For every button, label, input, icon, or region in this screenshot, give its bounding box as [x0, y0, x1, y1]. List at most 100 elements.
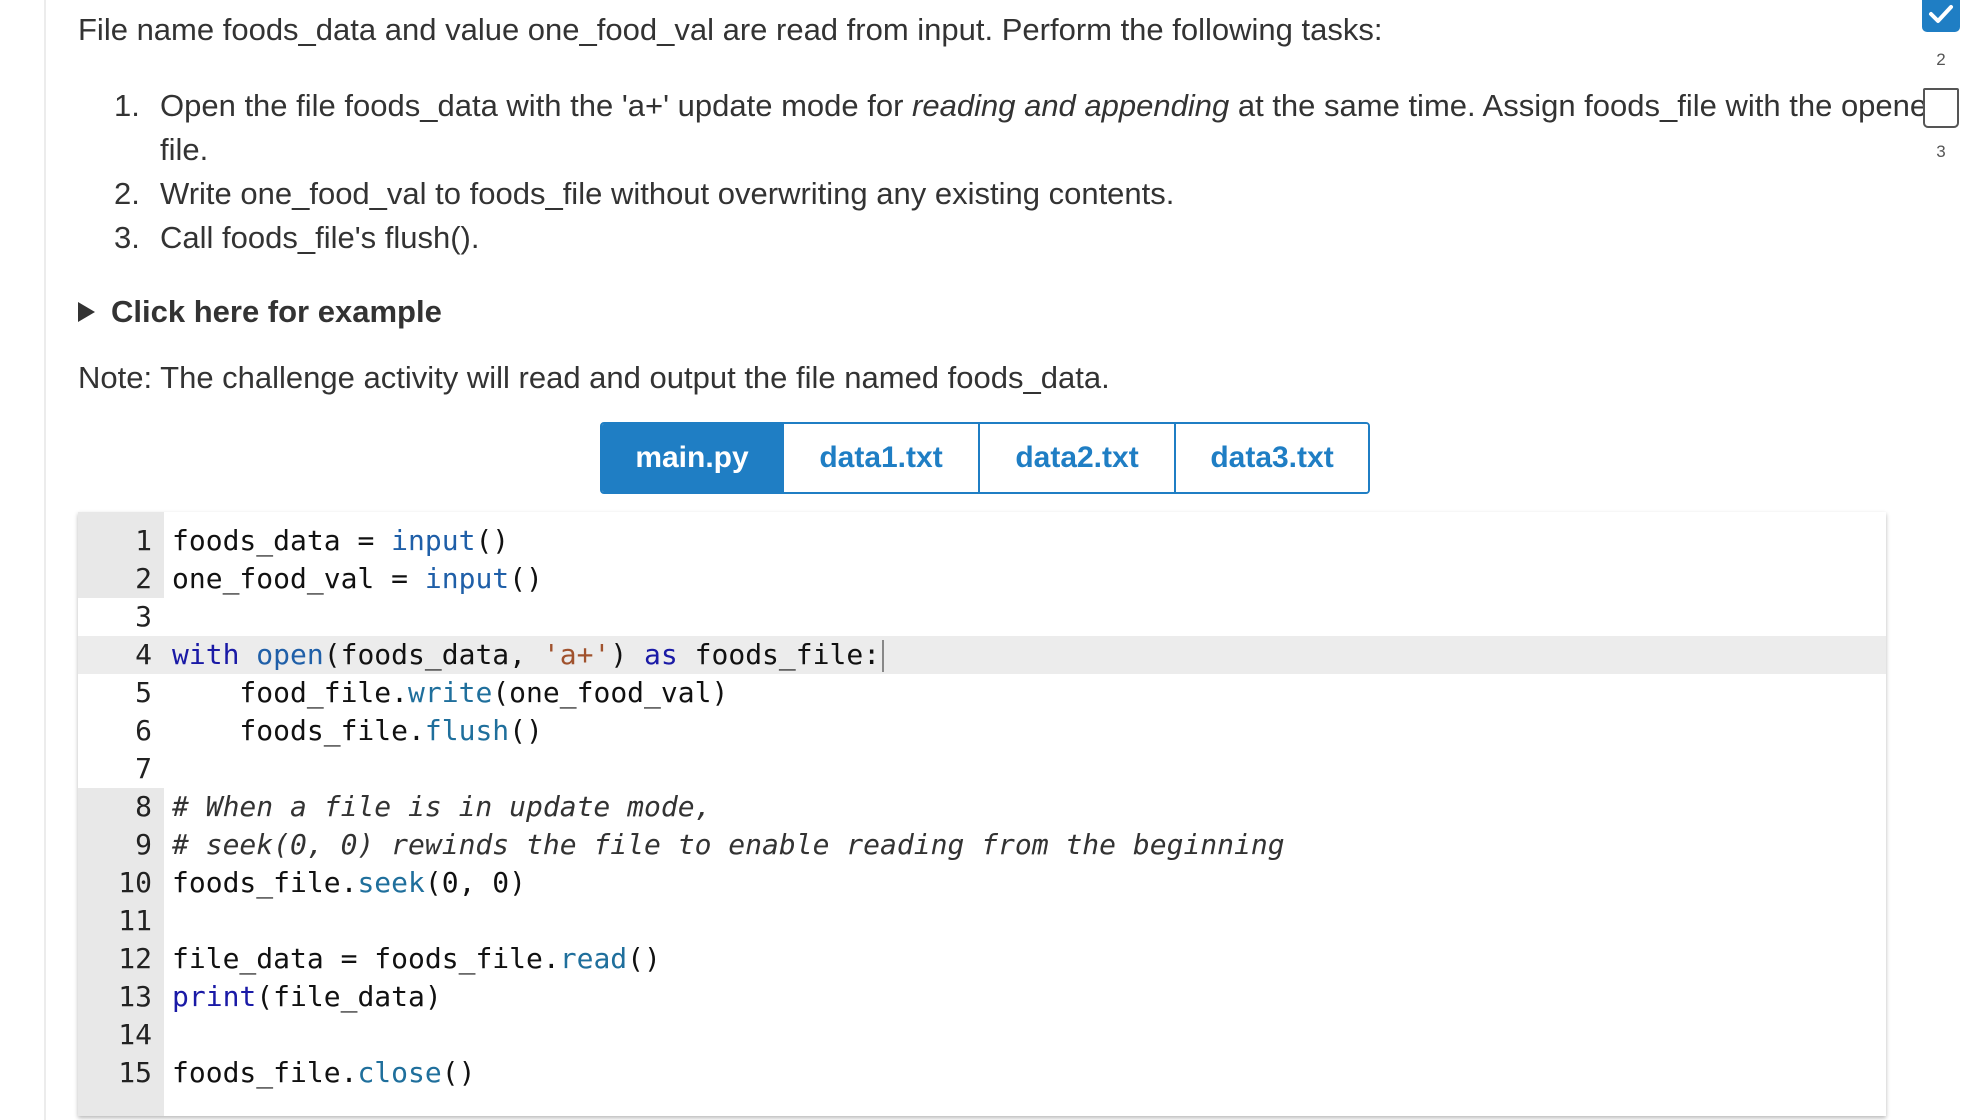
code-text: print(file_data) — [172, 978, 442, 1016]
code-token: foods_file. — [172, 1056, 358, 1089]
code-line[interactable]: 12 file_data = foods_file.read() — [78, 940, 1886, 978]
code-token: = — [391, 562, 425, 595]
line-number: 5 — [135, 676, 152, 709]
tab-data2-txt[interactable]: data2.txt — [978, 424, 1174, 492]
code-line[interactable]: 4 with open(foods_data, 'a+') as foods_fi… — [78, 636, 1886, 674]
code-text: one_food_val = input() — [172, 560, 543, 598]
line-number: 8 — [135, 790, 152, 823]
code-token: (file_data) — [256, 980, 442, 1013]
code-token: print — [172, 980, 257, 1013]
code-text: foods_file.seek(0, 0) — [172, 864, 526, 902]
code-line[interactable]: 2 one_food_val = input() — [78, 560, 1886, 598]
task-item-2: 2. Write one_food_val to foods_file witho… — [114, 172, 1954, 216]
code-token: 'a+' — [542, 638, 611, 671]
code-text: foods_file.close() — [172, 1054, 475, 1092]
code-token: () — [441, 1056, 476, 1089]
code-token: with — [172, 638, 257, 671]
task-text: Write one_food_val to foods_file without… — [160, 176, 1175, 211]
text-cursor — [882, 640, 885, 672]
line-number: 2 — [135, 562, 152, 595]
code-line[interactable]: 10 foods_file.seek(0, 0) — [78, 864, 1886, 902]
level-complete-check-icon[interactable] — [1922, 0, 1960, 32]
left-border — [44, 0, 46, 1120]
code-line[interactable]: 8 # When a file is in update mode, — [78, 788, 1886, 826]
code-token: foods_file: — [677, 638, 881, 671]
code-line[interactable]: 5 food_file.write(one_food_val) — [78, 674, 1886, 712]
line-number: 3 — [135, 600, 152, 633]
code-token: = — [340, 942, 375, 975]
task-text: Call foods_file's flush(). — [160, 220, 480, 255]
task-number: 3. — [114, 220, 140, 255]
line-number: 7 — [135, 752, 152, 785]
code-lines[interactable]: 1 foods_data = input() 2 one_food_val = inp… — [78, 522, 1886, 1092]
code-token: input — [424, 562, 510, 595]
line-number: 12 — [118, 942, 152, 975]
code-line[interactable]: 3 — [78, 598, 1886, 636]
file-tabs: main.py data1.txt data2.txt data3.txt — [600, 422, 1370, 494]
level-number: 3 — [1936, 142, 1946, 161]
example-toggle-label: Click here for example — [111, 294, 442, 329]
code-token: as — [644, 638, 678, 671]
line-number: 6 — [135, 714, 152, 747]
code-token: (0, 0) — [424, 866, 527, 899]
code-line[interactable]: 11 — [78, 902, 1886, 940]
tab-data1-txt[interactable]: data1.txt — [782, 424, 978, 492]
task-emphasis: reading and appending — [912, 88, 1230, 123]
line-number: 1 — [135, 524, 152, 557]
code-token: () — [475, 524, 510, 557]
code-token: foods_file. — [172, 714, 425, 747]
line-number: 4 — [135, 638, 152, 671]
task-list: 1. Open the file foods_data with the 'a+'… — [114, 84, 1954, 260]
code-line[interactable]: 15 foods_file.close() — [78, 1054, 1886, 1092]
code-text: # seek(0, 0) rewinds the file to enable … — [172, 826, 1285, 864]
code-token: input — [391, 524, 476, 557]
line-number: 15 — [118, 1056, 152, 1089]
example-toggle[interactable]: Click here for example — [78, 292, 442, 332]
code-text: foods_data = input() — [172, 522, 509, 560]
code-text: foods_file.flush() — [172, 712, 543, 750]
code-text: # When a file is in update mode, — [172, 788, 711, 826]
code-editor[interactable]: 1 foods_data = input() 2 one_food_val = inp… — [78, 512, 1886, 1116]
tab-data3-txt[interactable]: data3.txt — [1174, 424, 1368, 492]
code-token: file_data — [172, 942, 341, 975]
code-text: food_file.write(one_food_val) — [172, 674, 728, 712]
code-token: foods_file. — [172, 866, 358, 899]
code-token: open — [256, 638, 324, 671]
code-token: one_food_val — [172, 562, 392, 595]
code-line[interactable]: 6 foods_file.flush() — [78, 712, 1886, 750]
code-token: () — [509, 562, 543, 595]
line-number: 13 — [118, 980, 152, 1013]
code-line[interactable]: 7 — [78, 750, 1886, 788]
code-line[interactable]: 13 print(file_data) — [78, 978, 1886, 1016]
code-token: # seek(0, 0) rewinds the file to enable … — [172, 828, 1285, 861]
intro-text: File name foods_data and value one_food_… — [78, 12, 1383, 47]
code-token: write — [408, 676, 493, 709]
task-item-3: 3. Call foods_file's flush(). — [114, 216, 1954, 260]
code-token: = — [357, 524, 392, 557]
code-token: (one_food_val) — [492, 676, 729, 709]
line-number: 14 — [118, 1018, 152, 1051]
note-text: Note: The challenge activity will read a… — [78, 360, 1110, 395]
code-line[interactable]: 14 — [78, 1016, 1886, 1054]
code-token: foods_data — [172, 524, 358, 557]
code-line[interactable]: 1 foods_data = input() — [78, 522, 1886, 560]
level-incomplete-box-icon[interactable] — [1923, 88, 1959, 128]
code-token: flush — [424, 714, 510, 747]
code-token: () — [509, 714, 543, 747]
task-number: 2. — [114, 176, 140, 211]
code-token: ) — [610, 638, 645, 671]
line-number: 9 — [135, 828, 152, 861]
code-text: file_data = foods_file.read() — [172, 940, 661, 978]
code-token: close — [357, 1056, 442, 1089]
code-text: with open(foods_data, 'a+') as foods_fil… — [172, 636, 885, 674]
code-token: food_file. — [172, 676, 409, 709]
line-number: 10 — [118, 866, 152, 899]
code-token: seek — [357, 866, 425, 899]
tab-main-py[interactable]: main.py — [602, 424, 782, 492]
code-token: () — [627, 942, 661, 975]
code-token: read — [559, 942, 628, 975]
code-line[interactable]: 9 # seek(0, 0) rewinds the file to enable… — [78, 826, 1886, 864]
line-number: 11 — [118, 904, 152, 937]
code-token: # When a file is in update mode, — [172, 790, 712, 823]
task-number: 1. — [114, 88, 140, 123]
